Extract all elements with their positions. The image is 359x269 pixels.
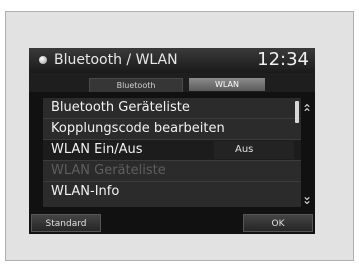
infotainment-screen: Bluetooth / WLAN 12:34 Bluetooth WLAN Bl… bbox=[29, 48, 315, 234]
bluetooth-icon bbox=[39, 56, 47, 64]
list-item-bluetooth-geraeteliste[interactable]: Bluetooth Geräteliste bbox=[43, 98, 301, 119]
list-item-label: WLAN Geräteliste bbox=[51, 163, 166, 178]
clock: 12:34 bbox=[257, 49, 309, 70]
settings-list: Bluetooth Geräteliste Kopplungscode bear… bbox=[43, 98, 301, 207]
double-chevron-down-icon[interactable]: ⌄ ⌄ bbox=[300, 189, 314, 217]
list-item-label: Bluetooth Geräteliste bbox=[51, 100, 190, 115]
double-chevron-up-icon[interactable]: ⌃ ⌃ bbox=[300, 102, 314, 130]
list-item-wlan-ein-aus[interactable]: WLAN Ein/Aus Aus bbox=[43, 140, 301, 161]
page-title: Bluetooth / WLAN bbox=[54, 52, 178, 68]
tab-bluetooth[interactable]: Bluetooth bbox=[89, 78, 183, 92]
tab-wlan[interactable]: WLAN bbox=[189, 78, 265, 91]
value-box bbox=[214, 141, 294, 159]
list-item-label: WLAN Ein/Aus bbox=[51, 142, 143, 157]
tab-bar: Bluetooth WLAN bbox=[29, 73, 315, 92]
list-item-label: WLAN-Info bbox=[51, 184, 120, 199]
ok-button[interactable]: OK bbox=[243, 214, 313, 232]
standard-button[interactable]: Standard bbox=[31, 214, 101, 232]
header-bar: Bluetooth / WLAN 12:34 bbox=[29, 48, 315, 73]
list-item-wlan-info[interactable]: WLAN-Info bbox=[43, 182, 301, 203]
list-item-kopplungscode[interactable]: Kopplungscode bearbeiten bbox=[43, 119, 301, 140]
wlan-status-value: Aus bbox=[235, 144, 254, 155]
list-item-wlan-geraeteliste: WLAN Geräteliste bbox=[43, 161, 301, 182]
list-item-label: Kopplungscode bearbeiten bbox=[51, 121, 225, 136]
scrollbar-thumb[interactable] bbox=[295, 101, 299, 123]
